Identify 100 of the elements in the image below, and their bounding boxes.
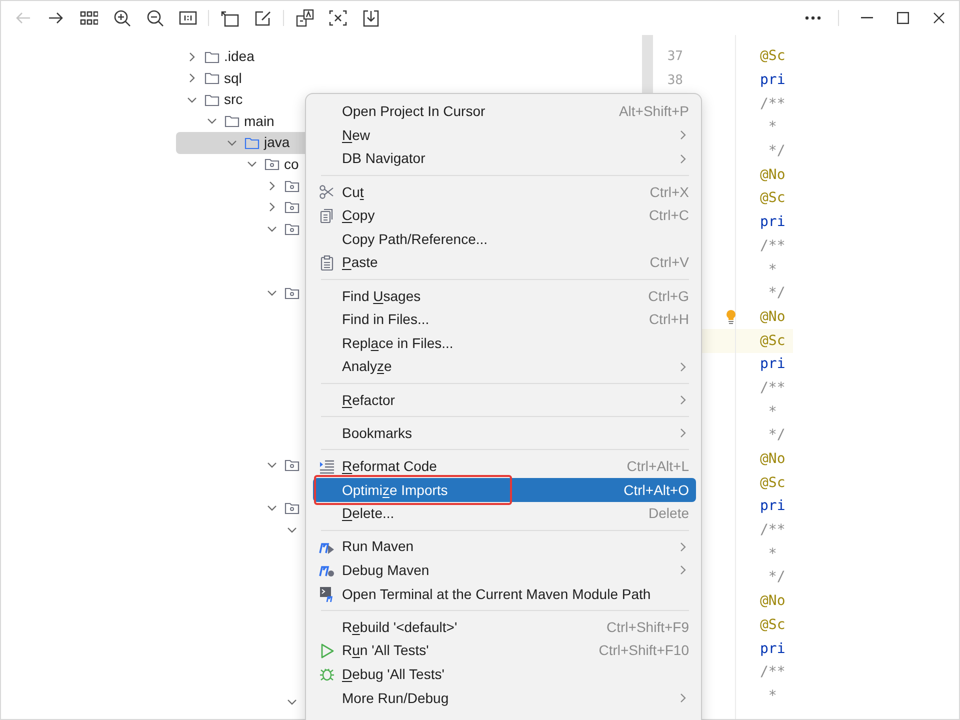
menu-item[interactable]: Run Maven	[313, 535, 696, 559]
menu-item-label: Copy	[342, 206, 375, 226]
shortcut-text: Alt+Shift+P	[618, 102, 689, 122]
tree-item-label[interactable]: java	[264, 132, 304, 154]
scrollbar[interactable]	[642, 35, 653, 95]
close-icon	[933, 12, 945, 24]
code-text: /**	[760, 521, 786, 540]
bug-icon	[319, 666, 335, 682]
menu-item[interactable]: Cut Ctrl+X	[313, 180, 696, 204]
code-text: pri	[760, 640, 786, 659]
menu-item[interactable]: Analyze	[313, 355, 696, 379]
menu-item[interactable]: Debug Maven	[313, 558, 696, 582]
menu-item[interactable]: Optimize Imports Ctrl+Alt+O	[313, 478, 696, 502]
translate-icon	[296, 9, 314, 27]
package-folder-icon	[284, 178, 300, 193]
chevron-down-icon	[207, 118, 217, 124]
menu-item-label: Replace in Files...	[342, 334, 454, 353]
menu-item-label: Paste	[342, 253, 378, 272]
shortcut-text: Ctrl+C	[648, 206, 689, 226]
chevron-right-icon	[680, 362, 686, 372]
menu-item[interactable]: Find Usages Ctrl+G	[313, 284, 696, 308]
menu-item-label: Debug Maven	[342, 560, 430, 580]
reformat-lines-icon	[319, 458, 335, 474]
folder-icon	[224, 114, 240, 128]
code-text: pri	[760, 71, 786, 90]
code-text: */	[767, 142, 786, 162]
menu-item-label: Run Maven	[342, 537, 414, 556]
chevron-right-icon	[680, 130, 686, 140]
code-text: *	[767, 260, 777, 280]
folder-icon	[244, 136, 260, 150]
tree-item-label[interactable]: sql	[224, 68, 256, 89]
menu-item-label: Cut	[342, 182, 364, 202]
chevron-right-icon	[269, 202, 275, 212]
menu-item-label: Reformat Code	[342, 456, 437, 476]
menu-item-label: Run 'All Tests'	[342, 641, 429, 660]
shortcut-text: Ctrl+X	[648, 182, 689, 202]
code-text: @No	[760, 450, 786, 470]
menu-item-label: Copy Path/Reference...	[342, 230, 488, 249]
shortcut-text: Ctrl+Alt+L	[626, 456, 689, 476]
menu-item-label: Debug 'All Tests'	[342, 664, 444, 684]
code-text: /**	[760, 94, 786, 114]
folder-icon	[204, 50, 220, 64]
chevron-down-icon	[267, 505, 277, 512]
menu-item[interactable]: New	[313, 124, 696, 148]
menu-item-label: Delete...	[342, 504, 394, 524]
menu-item-label: Bookmarks	[342, 424, 412, 443]
menu-item[interactable]: Bookmarks	[313, 422, 696, 446]
shortcut-text: Ctrl+H	[648, 310, 689, 330]
menu-item[interactable]: Replace in Files...	[313, 332, 696, 356]
menu-item-label: New	[342, 126, 370, 145]
menu-item[interactable]: Open Project In Cursor Alt+Shift+P	[313, 100, 696, 124]
actual-size-icon	[178, 9, 196, 27]
shortcut-text: Ctrl+Shift+F9	[606, 618, 689, 637]
tree-item-label[interactable]: src	[224, 89, 257, 110]
terminal-icon	[319, 586, 335, 602]
chevron-right-icon	[680, 395, 686, 406]
folder-icon	[204, 71, 220, 86]
code-text: /**	[760, 378, 786, 398]
menu-item[interactable]: Copy Ctrl+C	[313, 204, 696, 228]
folder-icon	[204, 92, 220, 107]
menu-item[interactable]: Debug 'All Tests'	[313, 662, 696, 686]
maximize-icon	[897, 12, 909, 24]
menu-item[interactable]: More Run/Debug	[313, 686, 696, 710]
menu-item-label: DB Navigator	[342, 149, 426, 168]
package-folder-icon	[284, 200, 300, 214]
menu-item[interactable]: Open Terminal at the Current Maven Module Path	[313, 582, 696, 606]
line-number: 37	[667, 48, 683, 66]
chevron-right-icon	[189, 73, 195, 84]
menu-item-label: More Run/Debug	[342, 688, 449, 708]
play-icon	[319, 642, 335, 659]
code-text: @No	[760, 592, 786, 612]
menu-item[interactable]: Delete... Delete	[313, 502, 696, 526]
code-text: *	[767, 686, 777, 706]
menu-item[interactable]: Paste Ctrl+V	[313, 251, 696, 275]
chevron-down-icon	[267, 290, 277, 296]
chevron-down-icon	[287, 526, 297, 533]
line-number: 38	[667, 72, 683, 90]
menu-item[interactable]: Run 'All Tests' Ctrl+Shift+F10	[313, 639, 696, 663]
menu-item[interactable]: Reformat Code Ctrl+Alt+L	[313, 454, 696, 478]
menu-item[interactable]: DB Navigator	[313, 147, 696, 171]
menu-item[interactable]: Rebuild '<default>' Ctrl+Shift+F9	[313, 615, 696, 640]
tree-item-label[interactable]: main	[244, 110, 288, 132]
chevron-right-icon	[680, 154, 686, 164]
chevron-down-icon	[287, 698, 297, 705]
code-text: */	[767, 284, 786, 304]
menu-item-label: Find in Files...	[342, 310, 430, 330]
menu-item-label: Open Terminal at the Current Maven Module Path	[342, 584, 651, 604]
tree-item-label[interactable]: .idea	[224, 46, 268, 68]
scissors-icon	[319, 184, 335, 200]
menu-item[interactable]: Refactor	[313, 388, 696, 412]
chevron-right-icon	[189, 52, 195, 62]
menu-item[interactable]: Copy Path/Reference...	[313, 228, 696, 252]
package-folder-icon	[264, 157, 280, 172]
zoom-in-icon	[112, 9, 130, 27]
chevron-down-icon	[267, 226, 277, 232]
code-text: @Sc	[760, 474, 786, 493]
menu-item-label: Refactor	[342, 390, 395, 410]
lightbulb-icon	[725, 308, 737, 325]
menu-item[interactable]: Find in Files... Ctrl+H	[313, 308, 696, 332]
package-folder-icon	[284, 501, 300, 516]
